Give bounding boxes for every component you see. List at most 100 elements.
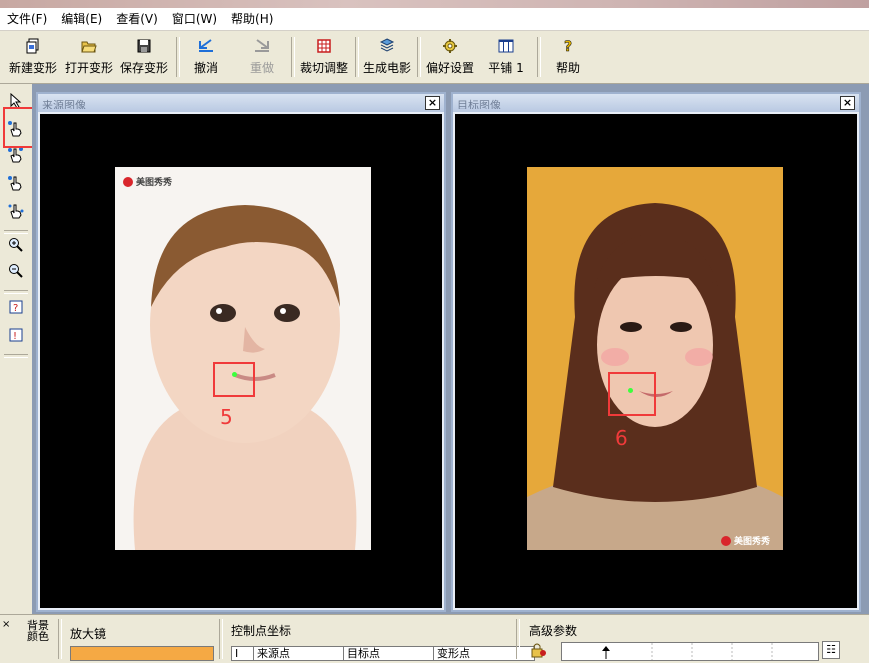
- source-canvas[interactable]: 美图秀秀: [40, 114, 442, 608]
- undo-icon: [197, 37, 215, 55]
- panel-separator: [58, 619, 62, 659]
- save-disk-icon: [135, 37, 153, 55]
- redo-button[interactable]: 重做: [242, 35, 282, 79]
- woman-portrait-image: [527, 167, 783, 550]
- source-window-title: 来源图像: [42, 99, 86, 109]
- main-toolbar: 新建变形 打开变形 保存变形 撤消 重做 裁切调整 生成电影 偏好设置 平铺 1…: [0, 31, 869, 84]
- menu-file[interactable]: 文件(F): [0, 8, 54, 30]
- redo-label: 重做: [249, 61, 274, 75]
- col-target-point[interactable]: 目标点: [344, 647, 434, 660]
- toolbar-separator: [355, 37, 359, 77]
- movie-icon: [378, 37, 396, 55]
- help-icon: ?: [559, 37, 577, 55]
- close-icon[interactable]: ×: [425, 96, 440, 110]
- zoom-out-icon: [8, 263, 24, 282]
- window-title-strip: [0, 0, 869, 8]
- baby-portrait-image: [115, 167, 371, 550]
- panel-separator: [219, 619, 223, 659]
- new-morph-label: 新建变形: [8, 61, 57, 75]
- advanced-options-icon[interactable]: ☷: [822, 641, 840, 659]
- svg-text:!: !: [13, 331, 17, 342]
- zoom-out-tool-button[interactable]: [6, 262, 26, 282]
- new-morph-icon: [24, 37, 42, 55]
- zoom-in-icon: [8, 237, 24, 256]
- menu-view[interactable]: 查看(V): [109, 8, 165, 30]
- svg-text:?: ?: [13, 303, 18, 314]
- target-point-highlight-box: [608, 372, 656, 416]
- col-source-point[interactable]: 来源点: [254, 647, 344, 660]
- link-points-tool-button[interactable]: [6, 202, 26, 222]
- advanced-params-label: 高级参数: [529, 624, 578, 638]
- watermark-logo-icon: [123, 176, 133, 187]
- tool-separator: [4, 290, 28, 294]
- preferences-button[interactable]: 偏好设置: [422, 35, 478, 79]
- make-movie-button[interactable]: 生成电影: [360, 35, 414, 79]
- source-photo-baby: 美图秀秀: [115, 167, 371, 550]
- target-photo-woman: 美图秀秀: [527, 167, 783, 550]
- new-morph-button[interactable]: 新建变形: [6, 35, 60, 79]
- source-watermark-text: 美图秀秀: [136, 178, 173, 188]
- source-annotation-label: 5: [220, 405, 233, 429]
- advanced-curve-panel[interactable]: [561, 642, 819, 661]
- crop-icon: [315, 37, 333, 55]
- target-image-window[interactable]: 目标图像 × 美图秀秀: [451, 92, 861, 612]
- menu-edit[interactable]: 编辑(E): [54, 8, 109, 30]
- tile-button[interactable]: 平铺 1: [484, 35, 528, 79]
- control-points-label: 控制点坐标: [231, 624, 292, 638]
- move-point-tool-button[interactable]: [6, 146, 26, 166]
- table-row-marker: I: [232, 647, 254, 660]
- crop-adjust-label: 裁切调整: [299, 61, 348, 75]
- tool-separator: [4, 354, 28, 358]
- panel-separator: [516, 619, 520, 659]
- target-window-title: 目标图像: [457, 99, 501, 109]
- delete-point-hand-icon: [7, 174, 25, 195]
- save-morph-label: 保存变形: [119, 61, 168, 75]
- tool-separator: [4, 230, 28, 234]
- save-morph-button[interactable]: 保存变形: [117, 35, 171, 79]
- target-watermark: 美图秀秀: [721, 534, 770, 547]
- move-point-hand-icon: [7, 146, 25, 167]
- target-canvas[interactable]: 美图秀秀: [455, 114, 857, 608]
- magnifier-label: 放大镜: [70, 627, 107, 641]
- toolbar-separator: [291, 37, 295, 77]
- make-movie-label: 生成电影: [362, 61, 411, 75]
- redo-icon: [253, 37, 271, 55]
- target-window-caption: 目标图像 ×: [453, 94, 859, 112]
- bottom-panel: × 背景 颜色 放大镜 控制点坐标 I 来源点 目标点 变形点 高级参数 ☷: [0, 614, 869, 661]
- panel-close-icon[interactable]: ×: [2, 620, 12, 630]
- source-window-caption: 来源图像 ×: [38, 94, 444, 112]
- help-label: 帮助: [555, 61, 580, 75]
- zoom-in-tool-button[interactable]: [6, 236, 26, 256]
- open-folder-icon: [80, 37, 98, 55]
- preferences-label: 偏好设置: [425, 61, 474, 75]
- tile-label: 平铺 1: [488, 61, 524, 75]
- fit-window-tool-button[interactable]: ?: [6, 298, 26, 318]
- undo-label: 撤消: [193, 61, 218, 75]
- toolbar-separator: [417, 37, 421, 77]
- toolbar-separator: [176, 37, 180, 77]
- svg-text:?: ?: [564, 39, 572, 54]
- target-annotation-label: 6: [615, 426, 628, 450]
- help-button[interactable]: ? 帮助: [548, 35, 588, 79]
- left-tool-palette: ? !: [0, 84, 32, 614]
- advanced-lock-icon[interactable]: [529, 642, 547, 658]
- menu-window[interactable]: 窗口(W): [165, 8, 224, 30]
- delete-point-tool-button[interactable]: [6, 174, 26, 194]
- undo-button[interactable]: 撤消: [186, 35, 226, 79]
- menubar: 文件(F) 编辑(E) 查看(V) 窗口(W) 帮助(H): [0, 8, 869, 31]
- actual-size-tool-button[interactable]: !: [6, 326, 26, 346]
- watermark-logo-icon: [721, 535, 731, 546]
- toolbar-separator: [537, 37, 541, 77]
- link-points-hand-icon: [7, 202, 25, 223]
- crop-adjust-button[interactable]: 裁切调整: [296, 35, 352, 79]
- close-icon[interactable]: ×: [840, 96, 855, 110]
- source-point-highlight-box: [213, 362, 255, 397]
- actual-size-icon: !: [8, 327, 24, 346]
- open-morph-label: 打开变形: [64, 61, 113, 75]
- control-points-table[interactable]: I 来源点 目标点 变形点: [231, 646, 535, 661]
- open-morph-button[interactable]: 打开变形: [62, 35, 116, 79]
- menu-help[interactable]: 帮助(H): [224, 8, 280, 30]
- source-image-window[interactable]: 来源图像 × 美图秀秀: [36, 92, 446, 612]
- magnifier-view: [70, 646, 214, 661]
- fit-window-icon: ?: [8, 299, 24, 318]
